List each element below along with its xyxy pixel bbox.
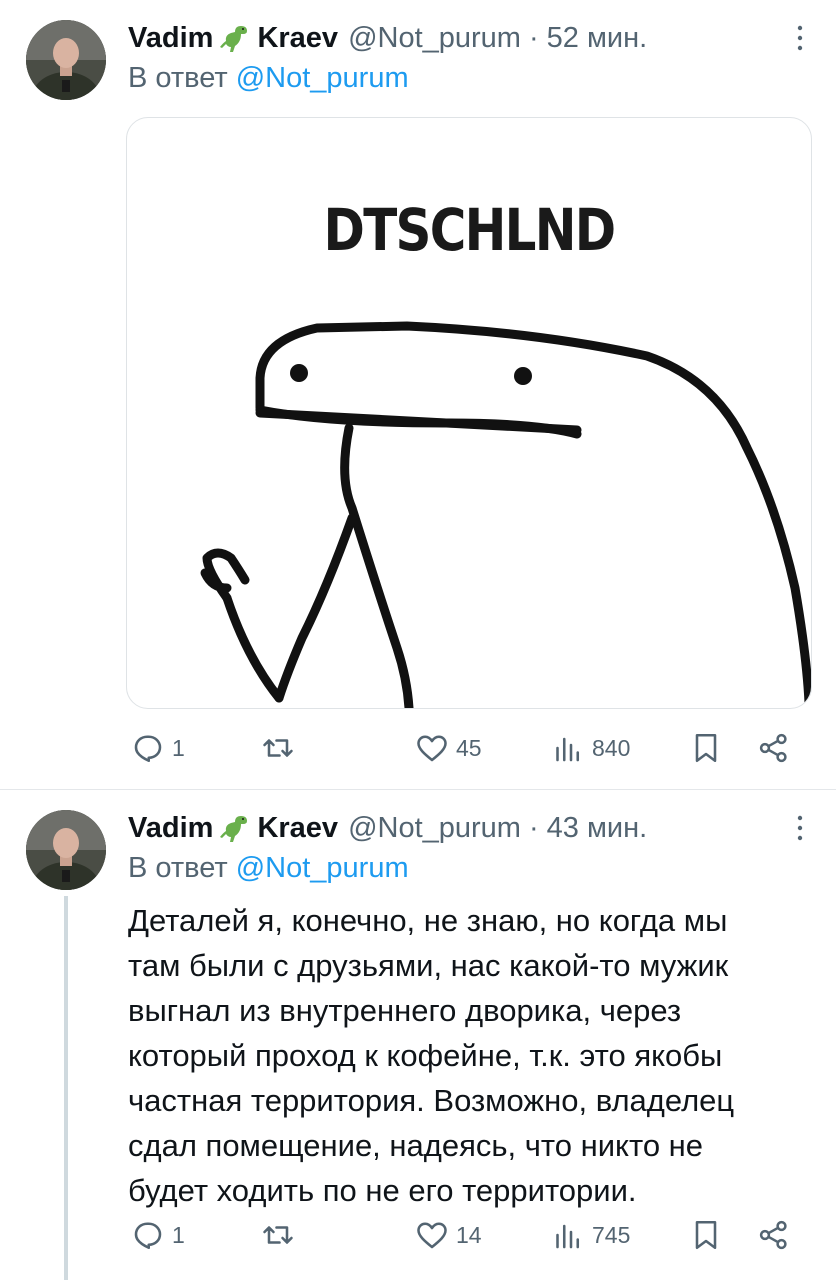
reply-to-link[interactable]: @Not_purum — [236, 62, 409, 94]
heart-icon — [414, 730, 450, 766]
bar-chart-icon — [550, 730, 586, 766]
dinosaur-icon — [219, 22, 251, 54]
reply-prefix: В ответ — [128, 62, 228, 94]
tweet-1[interactable]: Vadim Kraev @Not_purum · 52 мин. В ответ… — [0, 0, 836, 790]
retweet-button[interactable] — [260, 1215, 302, 1255]
more-options-icon[interactable] — [790, 808, 810, 848]
author-handle[interactable]: @Not_purum — [348, 16, 521, 60]
author-handle[interactable]: @Not_purum — [348, 806, 521, 850]
bookmark-button[interactable] — [688, 1215, 724, 1255]
share-button[interactable] — [756, 1215, 792, 1255]
bookmark-icon — [688, 1217, 724, 1253]
bar-chart-icon — [550, 1217, 586, 1253]
more-options-icon[interactable] — [790, 18, 810, 58]
author-avatar[interactable] — [26, 810, 106, 890]
reply-icon — [130, 1217, 166, 1253]
retweet-icon — [260, 730, 296, 766]
author-name-last[interactable]: Kraev — [257, 16, 338, 60]
views-button[interactable]: 745 — [550, 1215, 630, 1255]
author-name-last[interactable]: Kraev — [257, 806, 338, 850]
tweet-text-line: будет ходить по не его территории. — [128, 1173, 637, 1208]
tweet-text-line: там были с друзьями, нас какой-то мужик — [128, 948, 729, 983]
share-button[interactable] — [756, 728, 792, 768]
separator-dot: · — [528, 22, 539, 54]
tweet-text-line: сдал помещение, надеясь, что никто не — [128, 1128, 704, 1163]
tweet-time[interactable]: 52 мин. — [547, 16, 648, 60]
tweet-media-image[interactable]: DTSCHLND — [126, 117, 812, 709]
tweet-actions: 1 45 840 — [130, 728, 800, 768]
reply-button[interactable]: 1 — [130, 1215, 185, 1255]
meme-drawing — [200, 321, 811, 708]
share-icon — [756, 1217, 792, 1253]
like-button[interactable]: 45 — [414, 728, 482, 768]
like-button[interactable]: 14 — [414, 1215, 482, 1255]
reply-prefix: В ответ — [128, 852, 228, 884]
retweet-button[interactable] — [260, 728, 302, 768]
separator-dot: · — [528, 812, 539, 844]
author-avatar[interactable] — [26, 20, 106, 100]
reply-context: В ответ @Not_purum — [128, 56, 409, 100]
tweet-actions: 1 14 745 — [130, 1215, 800, 1255]
tweet-2[interactable]: Vadim Kraev @Not_purum · 43 мин. В ответ… — [0, 790, 836, 1280]
views-button[interactable]: 840 — [550, 728, 630, 768]
tweet-text: Деталей я, конечно, не знаю, но когда мы… — [128, 898, 788, 1213]
reply-to-link[interactable]: @Not_purum — [236, 852, 409, 884]
heart-icon — [414, 1217, 450, 1253]
like-count: 45 — [456, 734, 482, 761]
bookmark-icon — [688, 730, 724, 766]
like-count: 14 — [456, 1221, 482, 1248]
author-name-first[interactable]: Vadim — [128, 806, 213, 850]
dinosaur-icon — [219, 812, 251, 844]
tweet-header: Vadim Kraev @Not_purum · 52 мин. — [128, 16, 647, 60]
retweet-icon — [260, 1217, 296, 1253]
view-count: 745 — [592, 1221, 631, 1248]
tweet-text-line: Деталей я, конечно, не знаю, но когда мы — [128, 903, 728, 938]
tweet-header: Vadim Kraev @Not_purum · 43 мин. — [128, 806, 647, 850]
reply-icon — [130, 730, 166, 766]
reply-count: 1 — [172, 1221, 185, 1248]
tweet-text-line: частная территория. Возможно, владелец — [128, 1083, 735, 1118]
bookmark-button[interactable] — [688, 728, 724, 768]
share-icon — [756, 730, 792, 766]
thread-connector-line — [64, 896, 68, 1280]
reply-context: В ответ @Not_purum — [128, 846, 409, 890]
reply-button[interactable]: 1 — [130, 728, 185, 768]
tweet-text-line: выгнал из внутреннего дворика, через — [128, 993, 682, 1028]
view-count: 840 — [592, 734, 631, 761]
author-name-first[interactable]: Vadim — [128, 16, 213, 60]
reply-count: 1 — [172, 734, 185, 761]
tweet-time[interactable]: 43 мин. — [547, 806, 648, 850]
tweet-text-line: который проход к кофейне, т.к. это якобы — [128, 1038, 723, 1073]
